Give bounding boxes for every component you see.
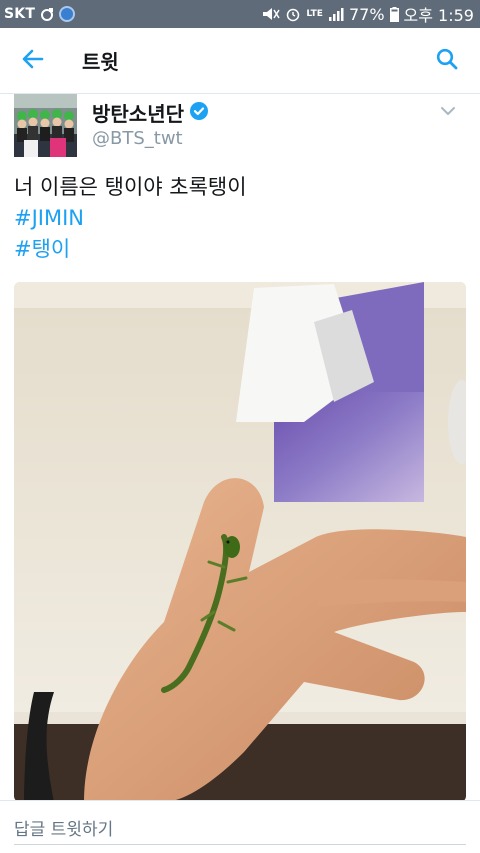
search-button[interactable] <box>414 28 480 94</box>
alarm-icon <box>285 6 301 22</box>
battery-percent: 77% <box>348 4 385 24</box>
app-notification-icon <box>59 6 76 22</box>
notification-icon <box>40 7 54 21</box>
arrow-left-icon <box>22 49 44 73</box>
user-name[interactable]: 방탄소년단 <box>92 98 208 127</box>
avatar[interactable] <box>14 94 77 157</box>
tweet-options-button[interactable] <box>436 98 460 122</box>
signal-icon <box>328 7 344 21</box>
user-handle[interactable]: @BTS_twt <box>92 128 183 149</box>
status-bar: SKT LTE 77% 오후 1:59 <box>0 0 480 28</box>
tweet-header: 방탄소년단 @BTS_twt <box>14 94 466 158</box>
network-type-label: LTE <box>306 9 323 19</box>
back-button[interactable] <box>0 28 66 94</box>
page-title: 트윗 <box>82 50 119 74</box>
tweet-body: 너 이름은 탱이야 초록탱이 <box>14 175 247 199</box>
status-left: SKT <box>4 6 76 22</box>
reply-input[interactable]: 답글 트윗하기 <box>14 815 113 840</box>
search-icon <box>436 48 458 74</box>
chevron-down-icon <box>440 101 456 120</box>
reply-bar: 답글 트윗하기 <box>0 800 480 853</box>
mute-icon <box>262 7 281 21</box>
status-right: LTE 77% 오후 1:59 <box>262 2 474 26</box>
tweet-photo[interactable] <box>14 282 466 802</box>
hashtag-link[interactable]: #탱이 <box>14 234 464 265</box>
user-name-text: 방탄소년단 <box>92 102 184 126</box>
battery-icon <box>389 6 399 22</box>
tweet-text: 너 이름은 탱이야 초록탱이 #JIMIN #탱이 <box>14 172 464 265</box>
clock: 오후 1:59 <box>403 6 474 25</box>
carrier-label: SKT <box>4 6 36 22</box>
reply-input-underline <box>14 844 466 845</box>
hashtag-link[interactable]: #JIMIN <box>14 203 464 234</box>
verified-badge-icon <box>190 101 208 125</box>
app-bar: 트윗 <box>0 28 480 94</box>
